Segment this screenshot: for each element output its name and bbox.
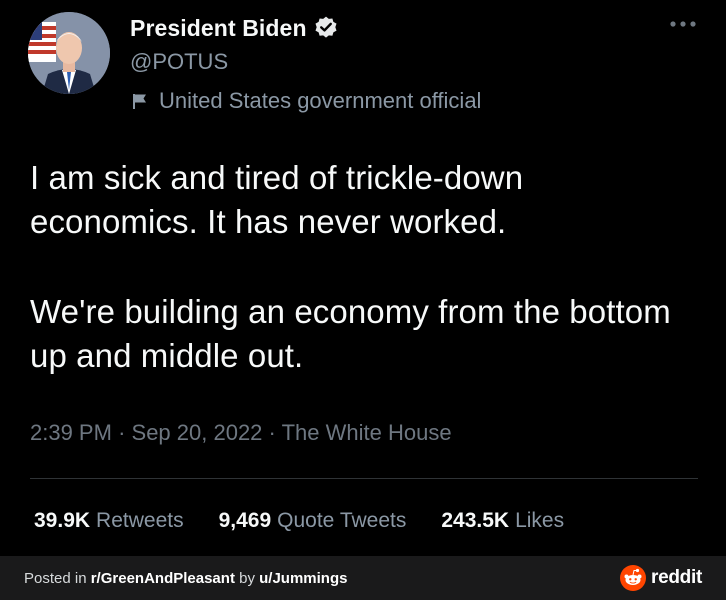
display-name[interactable]: President Biden bbox=[130, 15, 307, 42]
tweet-paragraph: We're building an economy from the botto… bbox=[30, 293, 671, 374]
tweet-time[interactable]: 2:39 PM bbox=[30, 420, 112, 445]
avatar[interactable] bbox=[28, 12, 110, 94]
tweet-metadata: 2:39 PM · Sep 20, 2022 · The White House bbox=[30, 420, 452, 446]
likes-stat[interactable]: 243.5K Likes bbox=[441, 509, 564, 533]
retweets-count: 39.9K bbox=[34, 509, 91, 532]
subreddit-link[interactable]: r/GreenAndPleasant bbox=[91, 570, 235, 587]
tweet-source[interactable]: The White House bbox=[282, 420, 452, 445]
reddit-snoo-icon bbox=[620, 565, 647, 591]
likes-count: 243.5K bbox=[441, 509, 510, 532]
meta-separator: · bbox=[118, 420, 126, 445]
flag-icon bbox=[133, 94, 146, 109]
reddit-logo[interactable]: reddit bbox=[620, 565, 702, 591]
reddit-wordmark: reddit bbox=[651, 567, 702, 588]
quote-tweets-count: 9,469 bbox=[218, 509, 272, 532]
tweet-card: President Biden @POTUS United States gov… bbox=[0, 0, 726, 556]
quote-tweets-label: Quote Tweets bbox=[277, 509, 407, 532]
retweets-stat[interactable]: 39.9K Retweets bbox=[34, 509, 184, 533]
avatar-portrait-icon bbox=[28, 12, 110, 94]
meta-separator: · bbox=[268, 420, 276, 445]
tweet-date[interactable]: Sep 20, 2022 bbox=[132, 420, 263, 445]
quote-tweets-stat[interactable]: 9,469 Quote Tweets bbox=[219, 509, 407, 533]
username-link[interactable]: u/Jummings bbox=[259, 570, 347, 587]
account-label[interactable]: United States government official bbox=[131, 88, 481, 114]
likes-label: Likes bbox=[515, 509, 565, 532]
account-label-text: United States government official bbox=[159, 88, 482, 113]
tweet-text: I am sick and tired of trickle-down econ… bbox=[30, 156, 700, 378]
posted-in-text: Posted in bbox=[24, 569, 87, 587]
post-attribution: Posted in r/GreenAndPleasant by u/Jummin… bbox=[24, 570, 347, 587]
engagement-stats: 39.9K Retweets 9,469 Quote Tweets 243.5K… bbox=[34, 509, 564, 533]
divider bbox=[30, 478, 698, 479]
verified-badge-icon bbox=[315, 16, 337, 38]
more-horizontal-icon[interactable] bbox=[668, 18, 698, 30]
retweets-label: Retweets bbox=[96, 509, 184, 532]
by-text: by bbox=[239, 569, 255, 587]
tweet-paragraph: I am sick and tired of trickle-down econ… bbox=[30, 159, 524, 240]
user-handle[interactable]: @POTUS bbox=[130, 49, 228, 75]
reddit-footer-bar: Posted in r/GreenAndPleasant by u/Jummin… bbox=[0, 556, 726, 600]
name-row: President Biden bbox=[130, 14, 339, 42]
